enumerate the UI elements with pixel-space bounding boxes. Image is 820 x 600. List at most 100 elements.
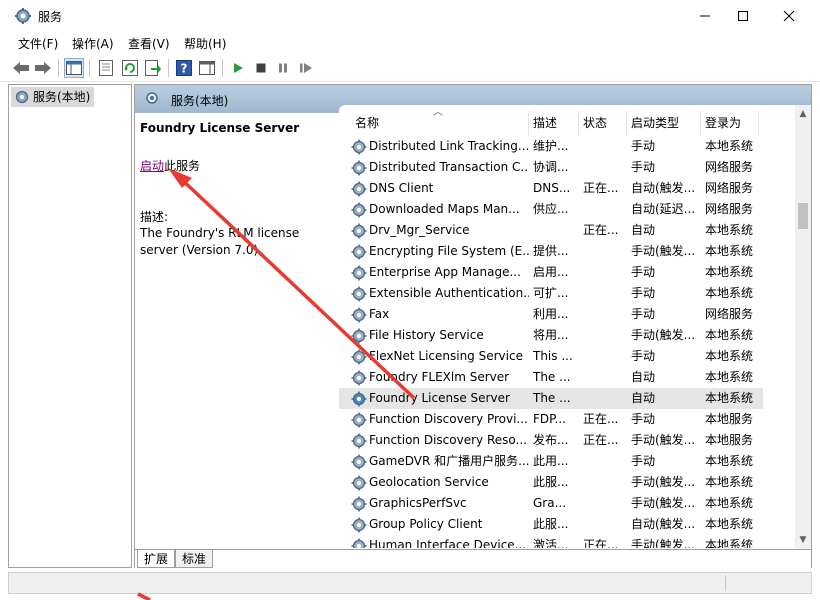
column-header-description[interactable]: 描述 — [529, 111, 579, 135]
service-row[interactable]: GraphicsPerfSvc Gra... 手动(触发... 本地系统 — [339, 493, 763, 514]
start-service-link[interactable]: 启动 — [140, 159, 164, 173]
service-row[interactable]: Geolocation Service 此服... 手动(触发... 本地系统 — [339, 472, 763, 493]
service-row[interactable]: Function Discovery Reso... 发布... 正在... 手动(触… — [339, 430, 763, 451]
play-icon — [234, 63, 243, 73]
tab-standard[interactable]: 标准 — [175, 550, 214, 568]
service-name-cell: Fax — [369, 307, 390, 321]
service-row[interactable]: Distributed Link Tracking... 维护... 手动 本地系统 — [339, 136, 763, 157]
stop-icon — [256, 63, 266, 73]
refresh-button[interactable] — [120, 58, 140, 78]
scrollbar-thumb[interactable] — [798, 203, 808, 229]
service-logon-cell: 本地系统 — [705, 454, 754, 468]
properties-button[interactable] — [96, 58, 116, 78]
tab-extended[interactable]: 扩展 — [137, 550, 176, 568]
service-logon-cell: 网络服务 — [705, 160, 754, 174]
service-row[interactable]: Human Interface Device... 激活... 正在... 手动(触发… — [339, 535, 763, 548]
service-row[interactable]: Enterprise App Manage... 启用... 手动 本地系统 — [339, 262, 763, 283]
scroll-down-icon[interactable]: ▼ — [798, 535, 808, 545]
service-status-cell: 正在... — [583, 412, 619, 426]
service-startup-type-cell: 自动 — [631, 370, 656, 384]
service-status-cell — [583, 199, 623, 220]
service-gear-icon — [351, 370, 367, 386]
console-tree-icon — [66, 61, 82, 75]
annotation-arrow-tail — [137, 592, 151, 600]
scroll-up-icon[interactable]: ▲ — [798, 109, 808, 119]
service-logon-cell: 本地系统 — [705, 370, 754, 384]
minimize-icon — [700, 15, 710, 17]
service-row[interactable]: GameDVR 和广播用户服务... 此用... 手动 本地系统 — [339, 451, 763, 472]
service-startup-type-cell: 手动(触发... — [631, 328, 696, 342]
column-header-status[interactable]: 状态 — [579, 111, 627, 135]
service-description-cell: 此服... — [533, 517, 569, 531]
export-list-button[interactable] — [143, 58, 163, 78]
action-pane-icon — [199, 61, 215, 75]
service-name-cell: File History Service — [369, 328, 484, 342]
maximize-icon — [738, 11, 748, 21]
service-startup-type-cell: 手动(触发... — [631, 433, 696, 447]
column-header-name[interactable]: 名称 — [351, 111, 529, 135]
service-description-cell: 发布... — [533, 433, 569, 447]
service-name-cell: Enterprise App Manage... — [369, 265, 521, 279]
service-row[interactable]: FlexNet Licensing Service This ... 手动 本地系统 — [339, 346, 763, 367]
service-name-cell: Function Discovery Provi... — [369, 412, 528, 426]
show-hide-tree-button[interactable] — [64, 58, 84, 78]
service-logon-cell: 网络服务 — [705, 202, 754, 216]
service-row[interactable]: Drv_Mgr_Service 正在... 自动 本地系统 — [339, 220, 763, 241]
service-status-cell — [583, 262, 623, 283]
service-logon-cell: 本地系统 — [705, 349, 754, 363]
menu-file[interactable]: 文件(F) — [18, 35, 58, 52]
service-gear-icon — [351, 328, 367, 344]
service-name-cell: Distributed Link Tracking... — [369, 139, 529, 153]
service-logon-cell: 本地服务 — [705, 433, 754, 447]
forward-button[interactable] — [33, 58, 53, 78]
service-description-cell: Gra... — [533, 496, 567, 510]
restart-service-button[interactable] — [296, 58, 316, 78]
service-description-cell: 供应... — [533, 202, 569, 216]
service-row[interactable]: Fax 利用... 手动 网络服务 — [339, 304, 763, 325]
service-name-cell: Foundry License Server — [369, 391, 510, 405]
service-row[interactable]: Encrypting File System (E... 提供... 手动(触发..… — [339, 241, 763, 262]
show-action-pane-button[interactable] — [197, 58, 217, 78]
service-row[interactable]: Function Discovery Provi... FDP... 正在... 手动… — [339, 409, 763, 430]
maximize-button[interactable] — [720, 0, 766, 32]
stop-service-button[interactable] — [251, 58, 271, 78]
help-button[interactable]: ? — [174, 58, 194, 78]
service-name-cell: Downloaded Maps Man... — [369, 202, 520, 216]
vertical-scrollbar[interactable]: ▲ ▼ — [795, 105, 811, 549]
restart-icon — [300, 63, 312, 73]
tree-item-services-local[interactable]: 服务(本地) — [11, 87, 95, 107]
service-name-cell: Distributed Transaction C... — [369, 160, 529, 174]
service-row[interactable]: File History Service 将用... 手动(触发... 本地系统 — [339, 325, 763, 346]
service-gear-icon — [351, 307, 367, 323]
service-status-cell — [583, 157, 623, 178]
background-window-edge — [0, 160, 8, 400]
service-startup-type-cell: 手动 — [631, 265, 656, 279]
main-pane-title: 服务(本地) — [171, 94, 229, 108]
service-row[interactable]: Foundry License Server The ... 自动 本地系统 — [339, 388, 763, 409]
back-button[interactable] — [11, 58, 31, 78]
pause-service-button[interactable] — [273, 58, 293, 78]
service-row[interactable]: DNS Client DNS... 正在... 自动(触发... 网络服务 — [339, 178, 763, 199]
service-name-cell: Encrypting File System (E... — [369, 244, 529, 258]
service-gear-icon — [351, 223, 367, 239]
service-name-cell: GraphicsPerfSvc — [369, 496, 467, 510]
service-row[interactable]: Group Policy Client 此服... 自动(触发... 本地系统 — [339, 514, 763, 535]
service-name-cell: Drv_Mgr_Service — [369, 223, 470, 237]
service-row[interactable]: Foundry FLEXlm Server The ... 自动 本地系统 — [339, 367, 763, 388]
menu-view[interactable]: 查看(V) — [128, 35, 170, 52]
close-icon — [783, 10, 795, 22]
menu-action[interactable]: 操作(A) — [72, 35, 114, 52]
menu-help[interactable]: 帮助(H) — [184, 35, 226, 52]
column-header-startup-type[interactable]: 启动类型 — [627, 111, 701, 135]
service-row[interactable]: Distributed Transaction C... 协调... 手动 网络服务 — [339, 157, 763, 178]
start-service-button[interactable] — [228, 58, 248, 78]
tree-item-label: 服务(本地) — [33, 90, 91, 104]
column-header-logon-as[interactable]: 登录为 — [701, 111, 759, 135]
service-status-cell — [583, 493, 623, 514]
service-row[interactable]: Downloaded Maps Man... 供应... 自动(延迟... 网络服务 — [339, 199, 763, 220]
close-button[interactable] — [766, 0, 812, 32]
service-row[interactable]: Extensible Authentication... 可扩... 手动 本地系统 — [339, 283, 763, 304]
service-logon-cell: 本地系统 — [705, 265, 754, 279]
service-description-cell — [533, 220, 575, 241]
service-description-cell: 可扩... — [533, 286, 569, 300]
